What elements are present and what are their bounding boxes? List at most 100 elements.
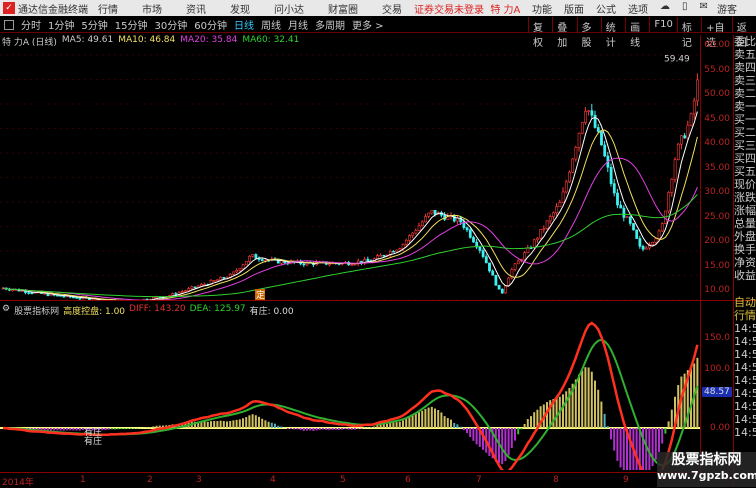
x-tick: 2 [147,475,153,485]
candle [572,159,574,172]
period-30min[interactable]: 30分钟 [154,17,187,32]
candle [200,284,202,286]
candle [76,297,78,298]
quote-field: 现价 [734,178,756,191]
tool-tongji[interactable]: 统计 [601,17,625,33]
period-60min[interactable]: 60分钟 [194,17,227,32]
candle [584,111,586,122]
candle [488,263,490,271]
candle [591,111,593,116]
candle [578,133,580,147]
period-monthly[interactable]: 月线 [288,17,308,32]
login-status[interactable]: 证券交易未登录 特 力A [414,1,520,16]
app-logo-icon: ✓ [3,2,15,14]
guest-user[interactable]: 游客 [717,1,737,16]
candle [328,264,330,265]
menu-banmian[interactable]: 版面 [564,1,584,16]
candle [687,125,689,138]
quote-field: 总量 [734,217,756,230]
indicator-chart[interactable]: 有庄有庄 [0,318,700,470]
x-tick: 3 [196,475,202,485]
candle [559,202,561,206]
candle [213,280,215,281]
period-daily[interactable]: 日线 [234,17,254,32]
candle [431,210,433,213]
candle [562,192,564,202]
candle [415,231,417,233]
pane-divider[interactable] [0,300,756,301]
stock-name: 特 力A [490,5,520,16]
candle [239,269,241,271]
indicator-axis: 150.0 100.0 0.00 [700,300,733,472]
candle [533,240,535,248]
menu-faxian[interactable]: 发现 [230,1,250,16]
period-multi[interactable]: 多周期 [315,17,345,32]
quote-field: 买二 [734,126,756,139]
candle [181,292,183,293]
tool-zixuan[interactable]: +自选 [701,17,732,33]
quote-field: 行情 [734,309,756,322]
price-chart[interactable]: 59.499.70定 [0,45,700,300]
menu-jiaoyi[interactable]: 交易 [382,1,402,16]
candle [613,184,615,193]
period-15min[interactable]: 15分钟 [115,17,148,32]
menu-zixun[interactable]: 资讯 [186,1,206,16]
message-icon[interactable]: ✉ [700,1,708,16]
candle [261,260,263,261]
app-title: 通达信金融终端 [18,1,98,16]
chart-tools: 复权 叠加 多股 统计 画线 F10 标记 +自选 返回 [528,17,756,33]
candle [184,291,186,292]
tool-f10[interactable]: F10 [649,17,676,33]
candle [501,289,503,293]
quote-field: 卖四 [734,61,756,74]
menu-shichang[interactable]: 市场 [142,1,162,16]
tool-fuquan[interactable]: 复权 [528,17,552,33]
candle [552,213,554,217]
candle [252,254,254,256]
candle [517,261,519,264]
candle [645,248,647,249]
period-fenshi[interactable]: 分时 [21,17,41,32]
period-1min[interactable]: 1分钟 [48,17,74,32]
menu-caifuquan[interactable]: 财富圈 [328,1,358,16]
quote-field: 自动 [734,296,756,309]
period-weekly[interactable]: 周线 [261,17,281,32]
candle [303,264,305,265]
quote-field: 14:50 [734,322,756,335]
candle [380,255,382,256]
quote-field: 卖二 [734,87,756,100]
tool-huaxian[interactable]: 画线 [625,17,649,33]
candle [255,254,257,258]
tool-duogu[interactable]: 多股 [577,17,601,33]
menu-gongshi[interactable]: 公式 [596,1,616,16]
quote-field: 卖三 [734,74,756,87]
candle [543,228,545,229]
candle [434,210,436,214]
menu-wenxiaoda[interactable]: 问小达 [274,1,304,16]
tool-diejia[interactable]: 叠加 [552,17,576,33]
price-tick: 15.00 [704,261,730,271]
quote-field: 外盘 [734,230,756,243]
candle [63,296,65,297]
candle [472,237,474,242]
panel-toggle-icon[interactable] [4,20,14,30]
candle [693,101,695,114]
menu-hangqing[interactable]: 行情 [98,1,118,16]
candle [175,293,177,294]
candle [453,215,455,221]
candle [642,246,644,249]
menu-xuanxiang[interactable]: 选项 [628,1,648,16]
menu-gongneng[interactable]: 功能 [532,1,552,16]
cloud-icon[interactable]: ☁ [660,1,670,16]
tool-biaoji[interactable]: 标记 [677,17,701,33]
period-5min[interactable]: 5分钟 [81,17,107,32]
candle [469,230,471,238]
candle [396,250,398,252]
tool-fanhui[interactable]: 返回 [732,17,756,33]
candle [610,167,612,183]
status-text: 证券交易未登录 [414,5,484,16]
period-more[interactable]: 更多 > [352,17,384,32]
indicator-settings-icon[interactable]: ⚙ [2,304,10,317]
phone-icon[interactable]: ▯ [682,1,688,16]
candle [495,275,497,285]
